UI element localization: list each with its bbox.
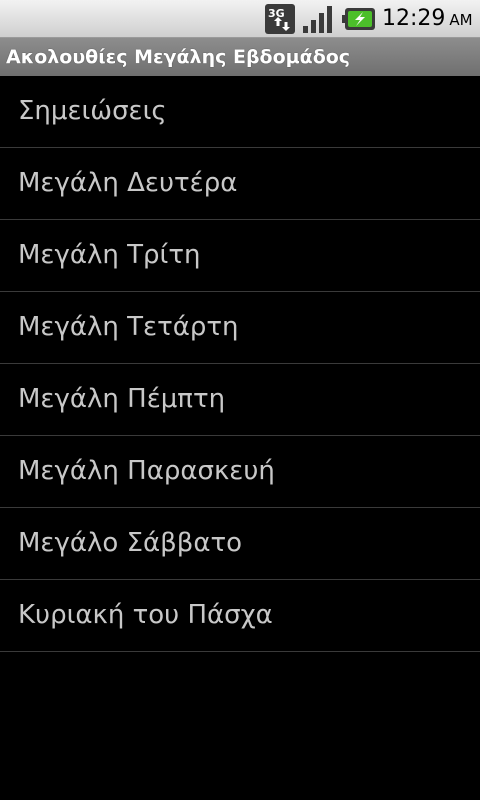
signal-strength-icon <box>303 6 332 33</box>
list-item-easter-sunday[interactable]: Κυριακή του Πάσχα <box>0 580 480 652</box>
network-type-label: 3G <box>268 7 285 20</box>
list-item-holy-saturday[interactable]: Μεγάλο Σάββατο <box>0 508 480 580</box>
list-item-label: Μεγάλη Δευτέρα <box>18 168 238 198</box>
battery-charging-icon <box>342 8 375 30</box>
list-item-holy-thursday[interactable]: Μεγάλη Πέμπτη <box>0 364 480 436</box>
list-item-label: Μεγάλο Σάββατο <box>18 528 243 558</box>
clock-ampm: AM <box>449 11 473 29</box>
status-clock: 12:29 AM <box>382 5 473 33</box>
list-item-notes[interactable]: Σημειώσεις <box>0 76 480 148</box>
list-item-label: Σημειώσεις <box>18 96 167 126</box>
list-item-label: Μεγάλη Πέμπτη <box>18 384 226 414</box>
app-title: Ακολουθίες Μεγάλης Εβδομάδος <box>6 46 351 68</box>
list-item-holy-wednesday[interactable]: Μεγάλη Τετάρτη <box>0 292 480 364</box>
list-item-holy-monday[interactable]: Μεγάλη Δευτέρα <box>0 148 480 220</box>
3g-data-icon: 3G <box>265 4 295 34</box>
list-item-label: Μεγάλη Τρίτη <box>18 240 201 270</box>
list-item-label: Μεγάλη Παρασκευή <box>18 456 275 486</box>
list-item-label: Κυριακή του Πάσχα <box>18 600 273 630</box>
title-bar: Ακολουθίες Μεγάλης Εβδομάδος <box>0 38 480 76</box>
services-list: Σημειώσεις Μεγάλη Δευτέρα Μεγάλη Τρίτη Μ… <box>0 76 480 652</box>
list-item-holy-friday[interactable]: Μεγάλη Παρασκευή <box>0 436 480 508</box>
status-bar: 3G 12:29 AM <box>0 0 480 38</box>
clock-time: 12:29 <box>382 6 446 31</box>
list-item-holy-tuesday[interactable]: Μεγάλη Τρίτη <box>0 220 480 292</box>
list-item-label: Μεγάλη Τετάρτη <box>18 312 239 342</box>
